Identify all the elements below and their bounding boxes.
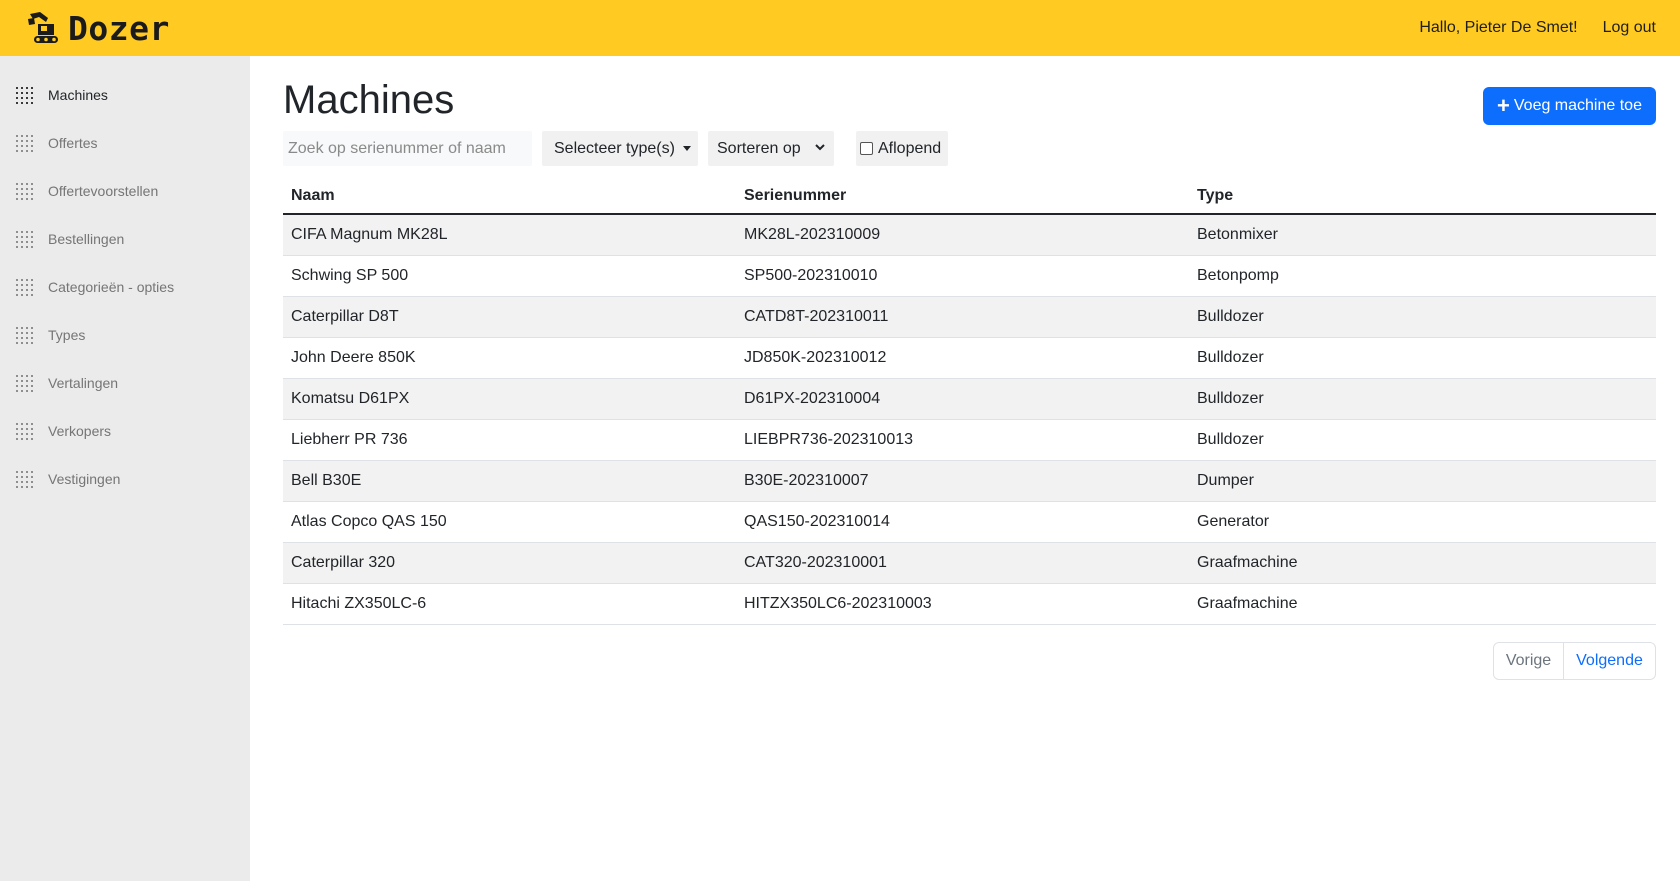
grid-icon <box>16 230 33 248</box>
sidebar-item-label: Categorieën - opties <box>48 279 175 295</box>
table-row[interactable]: Caterpillar 320 CAT320-202310001 Graafma… <box>283 543 1656 584</box>
search-input[interactable] <box>283 131 532 166</box>
cell-serienummer: HITZX350LC6-202310003 <box>744 595 932 612</box>
excavator-icon <box>28 12 58 43</box>
grid-icon <box>16 374 33 392</box>
type-filter-label: Selecteer type(s) <box>554 139 675 157</box>
sidebar-item-label: Offertes <box>48 135 98 151</box>
brand-logo[interactable]: Dozer <box>26 0 170 56</box>
plus-icon: + <box>1497 93 1510 118</box>
cell-serienummer: LIEBPR736-202310013 <box>744 431 914 448</box>
cell-naam: Atlas Copco QAS 150 <box>291 513 447 530</box>
sidebar-item-label: Types <box>48 327 86 343</box>
sidebar-item-machines[interactable]: Machines <box>16 83 108 107</box>
cell-serienummer: JD850K-202310012 <box>744 349 887 366</box>
next-page-button[interactable]: Volgende <box>1564 643 1655 679</box>
column-header-type: Type <box>1197 187 1234 204</box>
table-row[interactable]: Bell B30E B30E-202310007 Dumper <box>283 461 1656 502</box>
grid-icon <box>16 278 33 296</box>
cell-type: Graafmachine <box>1197 595 1298 612</box>
column-header-serienummer: Serienummer <box>744 187 847 204</box>
cell-type: Generator <box>1197 513 1270 530</box>
descending-checkbox[interactable] <box>860 142 873 155</box>
table-row[interactable]: CIFA Magnum MK28L MK28L-202310009 Betonm… <box>283 215 1656 256</box>
cell-naam: Caterpillar D8T <box>291 308 399 325</box>
caret-down-icon <box>682 146 691 151</box>
table-row[interactable]: Komatsu D61PX D61PX-202310004 Bulldozer <box>283 379 1656 420</box>
sort-select[interactable]: Sorteren op <box>708 131 834 166</box>
sidebar-item-categorieen-opties[interactable]: Categorieën - opties <box>16 275 174 299</box>
descending-label: Aflopend <box>878 139 942 157</box>
table-row[interactable]: Hitachi ZX350LC-6 HITZX350LC6-202310003 … <box>283 584 1656 625</box>
add-machine-label: Voeg machine toe <box>1513 97 1642 114</box>
cell-serienummer: SP500-202310010 <box>744 267 878 284</box>
table-header: Naam Serienummer Type <box>283 179 1656 215</box>
grid-icon <box>16 182 33 200</box>
cell-naam: Hitachi ZX350LC-6 <box>291 595 427 612</box>
sidebar-item-label: Offertevoorstellen <box>48 183 159 199</box>
table-row[interactable]: Atlas Copco QAS 150 QAS150-202310014 Gen… <box>283 502 1656 543</box>
sidebar: Machines Offertes Offertevoorstellen Bes… <box>0 56 250 881</box>
cell-naam: Komatsu D61PX <box>291 390 410 407</box>
chevron-down-icon <box>815 144 825 151</box>
pagination: Vorige Volgende <box>1493 642 1656 680</box>
cell-naam: Caterpillar 320 <box>291 554 396 571</box>
sidebar-item-label: Verkopers <box>48 423 112 439</box>
grid-icon <box>16 422 33 440</box>
user-nav: Hallo, Pieter De Smet! Log out <box>1419 19 1656 37</box>
table-row[interactable]: John Deere 850K JD850K-202310012 Bulldoz… <box>283 338 1656 379</box>
table-row[interactable]: Schwing SP 500 SP500-202310010 Betonpomp <box>283 256 1656 297</box>
sidebar-item-label: Vertalingen <box>48 375 119 391</box>
cell-naam: Bell B30E <box>291 472 362 489</box>
cell-serienummer: QAS150-202310014 <box>744 513 890 530</box>
main-content: Machines + Voeg machine toe Selecteer ty… <box>250 56 1680 881</box>
grid-icon <box>16 134 33 152</box>
cell-serienummer: B30E-202310007 <box>744 472 869 489</box>
add-machine-button[interactable]: + Voeg machine toe <box>1483 87 1656 125</box>
cell-type: Betonpomp <box>1197 267 1279 284</box>
sidebar-item-offertevoorstellen[interactable]: Offertevoorstellen <box>16 179 158 203</box>
sidebar-item-vertalingen[interactable]: Vertalingen <box>16 371 118 395</box>
descending-toggle: Aflopend <box>856 131 948 166</box>
logout-link[interactable]: Log out <box>1603 19 1656 37</box>
grid-icon <box>16 86 33 104</box>
cell-type: Bulldozer <box>1197 390 1264 407</box>
grid-icon <box>16 470 33 488</box>
cell-serienummer: D61PX-202310004 <box>744 390 881 407</box>
table-row[interactable]: Caterpillar D8T CATD8T-202310011 Bulldoz… <box>283 297 1656 338</box>
user-greeting: Hallo, Pieter De Smet! <box>1419 19 1578 36</box>
cell-naam: CIFA Magnum MK28L <box>291 226 448 243</box>
cell-type: Bulldozer <box>1197 431 1264 448</box>
brand-name: Dozer <box>68 8 170 48</box>
sidebar-item-offertes[interactable]: Offertes <box>16 131 98 155</box>
grid-icon <box>16 326 33 344</box>
sidebar-item-label: Bestellingen <box>48 231 125 247</box>
machines-table: Naam Serienummer Type CIFA Magnum MK28L … <box>283 179 1656 625</box>
type-filter-dropdown[interactable]: Selecteer type(s) <box>542 131 698 166</box>
cell-type: Bulldozer <box>1197 349 1264 366</box>
sidebar-item-verkopers[interactable]: Verkopers <box>16 419 111 443</box>
cell-type: Dumper <box>1197 472 1254 489</box>
sort-select-label: Sorteren op <box>717 139 801 157</box>
previous-page-button[interactable]: Vorige <box>1494 643 1564 679</box>
column-header-naam: Naam <box>291 187 335 204</box>
cell-type: Graafmachine <box>1197 554 1298 571</box>
cell-naam: John Deere 850K <box>291 349 416 366</box>
cell-naam: Liebherr PR 736 <box>291 431 408 448</box>
sidebar-item-vestigingen[interactable]: Vestigingen <box>16 467 120 491</box>
top-navbar: Dozer Hallo, Pieter De Smet! Log out <box>0 0 1680 56</box>
cell-type: Bulldozer <box>1197 308 1264 325</box>
sidebar-item-label: Vestigingen <box>48 471 121 487</box>
cell-serienummer: MK28L-202310009 <box>744 226 881 243</box>
cell-type: Betonmixer <box>1197 226 1278 243</box>
cell-serienummer: CATD8T-202310011 <box>744 308 889 325</box>
sidebar-item-bestellingen[interactable]: Bestellingen <box>16 227 124 251</box>
page-title: Machines <box>283 78 455 122</box>
table-row[interactable]: Liebherr PR 736 LIEBPR736-202310013 Bull… <box>283 420 1656 461</box>
table-body: CIFA Magnum MK28L MK28L-202310009 Betonm… <box>283 215 1656 625</box>
cell-serienummer: CAT320-202310001 <box>744 554 887 571</box>
cell-naam: Schwing SP 500 <box>291 267 409 284</box>
sidebar-item-label: Machines <box>48 87 108 103</box>
sidebar-item-types[interactable]: Types <box>16 323 85 347</box>
